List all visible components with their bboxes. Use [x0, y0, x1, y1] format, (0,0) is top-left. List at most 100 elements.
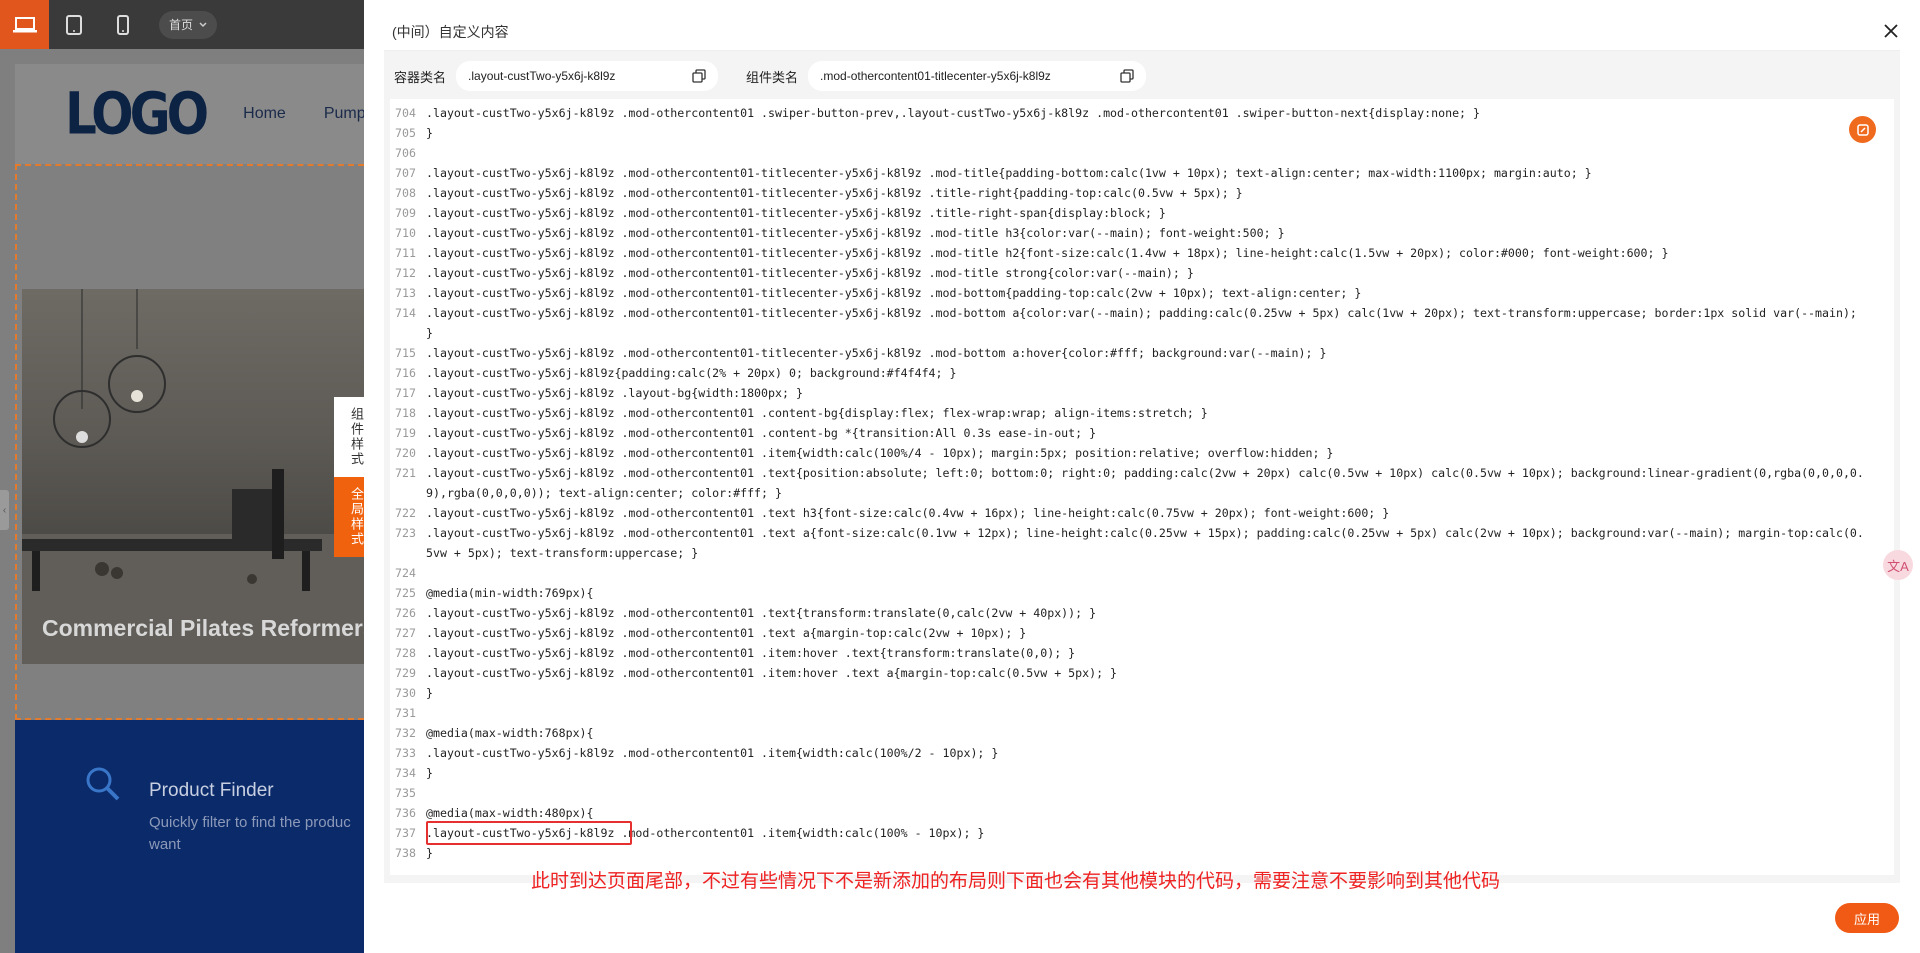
collapse-left-panel-button[interactable]: ‹ — [0, 490, 9, 530]
code-line: 709 .layout-custTwo-y5x6j-k8l9z .mod-othe… — [390, 203, 1865, 223]
phone-view-button[interactable] — [98, 0, 147, 49]
code-line: 718 .layout-custTwo-y5x6j-k8l9z .mod-othe… — [390, 403, 1865, 423]
apply-button[interactable]: 应用 — [1835, 903, 1899, 933]
code-text: .layout-custTwo-y5x6j-k8l9z .mod-otherco… — [426, 526, 1864, 560]
magic-wand-icon — [1856, 123, 1869, 136]
phone-icon — [116, 14, 129, 35]
code-line: 735 — [390, 783, 1865, 803]
code-text: .layout-custTwo-y5x6j-k8l9z .mod-otherco… — [426, 246, 1669, 260]
code-line: 717 .layout-custTwo-y5x6j-k8l9z .layout-b… — [390, 383, 1865, 403]
editor-topbar: 首页 — [0, 0, 364, 49]
line-number: 717 — [395, 386, 416, 400]
code-line: 722 .layout-custTwo-y5x6j-k8l9z .mod-othe… — [390, 503, 1865, 523]
line-number: 721 — [395, 466, 416, 480]
line-number: 707 — [395, 166, 416, 180]
line-number: 706 — [395, 146, 416, 160]
custom-content-modal: (中间）自定义内容 容器类名 .layout-custTwo-y5x6j-k8l… — [364, 0, 1920, 953]
copy-icon[interactable] — [1120, 69, 1134, 83]
code-line: 720 .layout-custTwo-y5x6j-k8l9z .mod-othe… — [390, 443, 1865, 463]
nav-item-pump-center[interactable]: Pump Cent — [324, 105, 364, 123]
code-line: 715 .layout-custTwo-y5x6j-k8l9z .mod-othe… — [390, 343, 1865, 363]
class-name-row: 容器类名 .layout-custTwo-y5x6j-k8l9z 组件类名 .m… — [384, 61, 1147, 91]
code-line: 721 .layout-custTwo-y5x6j-k8l9z .mod-othe… — [390, 463, 1865, 503]
container-class-value: .layout-custTwo-y5x6j-k8l9z — [468, 69, 616, 83]
ai-assist-button[interactable] — [1849, 116, 1876, 143]
container-class-field[interactable]: .layout-custTwo-y5x6j-k8l9z — [456, 61, 719, 91]
site-preview-canvas: LOGO Home Pump Cent Comme — [0, 49, 366, 953]
nav-item-home[interactable]: Home — [243, 105, 286, 123]
line-number: 712 — [395, 266, 416, 280]
line-number: 728 — [395, 646, 416, 660]
line-number: 709 — [395, 206, 416, 220]
code-text: .layout-custTwo-y5x6j-k8l9z .mod-otherco… — [426, 626, 1027, 640]
code-text: .layout-custTwo-y5x6j-k8l9z .mod-otherco… — [426, 606, 1097, 620]
line-number: 713 — [395, 286, 416, 300]
line-number: 724 — [395, 566, 416, 580]
code-line: 734} — [390, 763, 1865, 783]
code-text: .layout-custTwo-y5x6j-k8l9z .mod-otherco… — [426, 406, 1208, 420]
code-text: .layout-custTwo-y5x6j-k8l9z .mod-otherco… — [426, 826, 985, 840]
code-line: 737 .layout-custTwo-y5x6j-k8l9z .mod-othe… — [390, 823, 1865, 843]
copy-icon[interactable] — [692, 69, 706, 83]
chevron-down-icon — [199, 21, 207, 27]
code-text: .layout-custTwo-y5x6j-k8l9z .mod-otherco… — [426, 646, 1076, 660]
line-number: 722 — [395, 506, 416, 520]
line-number: 729 — [395, 666, 416, 680]
code-line: 716 .layout-custTwo-y5x6j-k8l9z{padding:c… — [390, 363, 1865, 383]
code-text: .layout-custTwo-y5x6j-k8l9z .mod-otherco… — [426, 266, 1194, 280]
code-line: 710 .layout-custTwo-y5x6j-k8l9z .mod-othe… — [390, 223, 1865, 243]
line-number: 733 — [395, 746, 416, 760]
code-text: } — [426, 766, 433, 780]
code-text: .layout-custTwo-y5x6j-k8l9z .mod-otherco… — [426, 286, 1362, 300]
code-line: 724 — [390, 563, 1865, 583]
code-text: .layout-custTwo-y5x6j-k8l9z .mod-otherco… — [426, 306, 1864, 340]
line-number: 723 — [395, 526, 416, 540]
selected-module-frame[interactable]: Commercial Pilates Reformers — [15, 164, 366, 720]
line-number: 720 — [395, 446, 416, 460]
translate-button[interactable]: 文A — [1883, 550, 1913, 580]
tutorial-annotation: 此时到达页面尾部，不过有些情况下不是新添加的布局则下面也会有其他模块的代码，需要… — [531, 871, 1501, 892]
code-line: 725 @media(min-width:769px){ — [390, 583, 1865, 603]
tab-component-style[interactable]: 组件样式 — [334, 397, 364, 477]
close-icon[interactable] — [1882, 22, 1900, 40]
line-number: 716 — [395, 366, 416, 380]
code-line: 719 .layout-custTwo-y5x6j-k8l9z .mod-othe… — [390, 423, 1865, 443]
component-class-label: 组件类名 — [746, 69, 799, 85]
translate-icon: 文A — [1887, 558, 1909, 574]
product-finder-description: Quickly filter to find the produc want — [149, 814, 351, 853]
line-number: 711 — [395, 246, 416, 260]
container-class-label: 容器类名 — [394, 69, 447, 85]
code-line: 726 .layout-custTwo-y5x6j-k8l9z .mod-othe… — [390, 603, 1865, 623]
code-editor[interactable]: 704 .layout-custTwo-y5x6j-k8l9z .mod-othe… — [390, 99, 1894, 875]
code-text: .layout-custTwo-y5x6j-k8l9z .mod-otherco… — [426, 426, 1097, 440]
page-select[interactable]: 首页 — [159, 10, 218, 39]
line-number: 727 — [395, 626, 416, 640]
line-number: 726 — [395, 606, 416, 620]
magnifier-icon — [86, 767, 120, 801]
line-number: 715 — [395, 346, 416, 360]
component-class-field[interactable]: .mod-othercontent01-titlecenter-y5x6j-k8… — [808, 61, 1147, 91]
tablet-view-button[interactable] — [49, 0, 98, 49]
code-line: 729 .layout-custTwo-y5x6j-k8l9z .mod-othe… — [390, 663, 1865, 683]
tab-global-style[interactable]: 全局样式 — [334, 477, 364, 557]
line-number: 734 — [395, 766, 416, 780]
code-line: 713 .layout-custTwo-y5x6j-k8l9z .mod-othe… — [390, 283, 1865, 303]
line-number: 710 — [395, 226, 416, 240]
code-text: @media(max-width:768px){ — [426, 726, 594, 740]
chevron-left-icon: ‹ — [2, 504, 7, 516]
code-line: 712 .layout-custTwo-y5x6j-k8l9z .mod-othe… — [390, 263, 1865, 283]
code-line: 727 .layout-custTwo-y5x6j-k8l9z .mod-othe… — [390, 623, 1865, 643]
line-number: 719 — [395, 426, 416, 440]
line-number: 730 — [395, 686, 416, 700]
hero-caption: Commercial Pilates Reformers — [42, 615, 366, 641]
code-text: .layout-custTwo-y5x6j-k8l9z .mod-otherco… — [426, 106, 1480, 120]
code-line: 711 .layout-custTwo-y5x6j-k8l9z .mod-othe… — [390, 243, 1865, 263]
line-number: 708 — [395, 186, 416, 200]
code-line: 714 .layout-custTwo-y5x6j-k8l9z .mod-othe… — [390, 303, 1865, 343]
laptop-view-button[interactable] — [0, 0, 49, 49]
code-text: .layout-custTwo-y5x6j-k8l9z .mod-otherco… — [426, 206, 1166, 220]
line-number: 737 — [395, 826, 416, 840]
